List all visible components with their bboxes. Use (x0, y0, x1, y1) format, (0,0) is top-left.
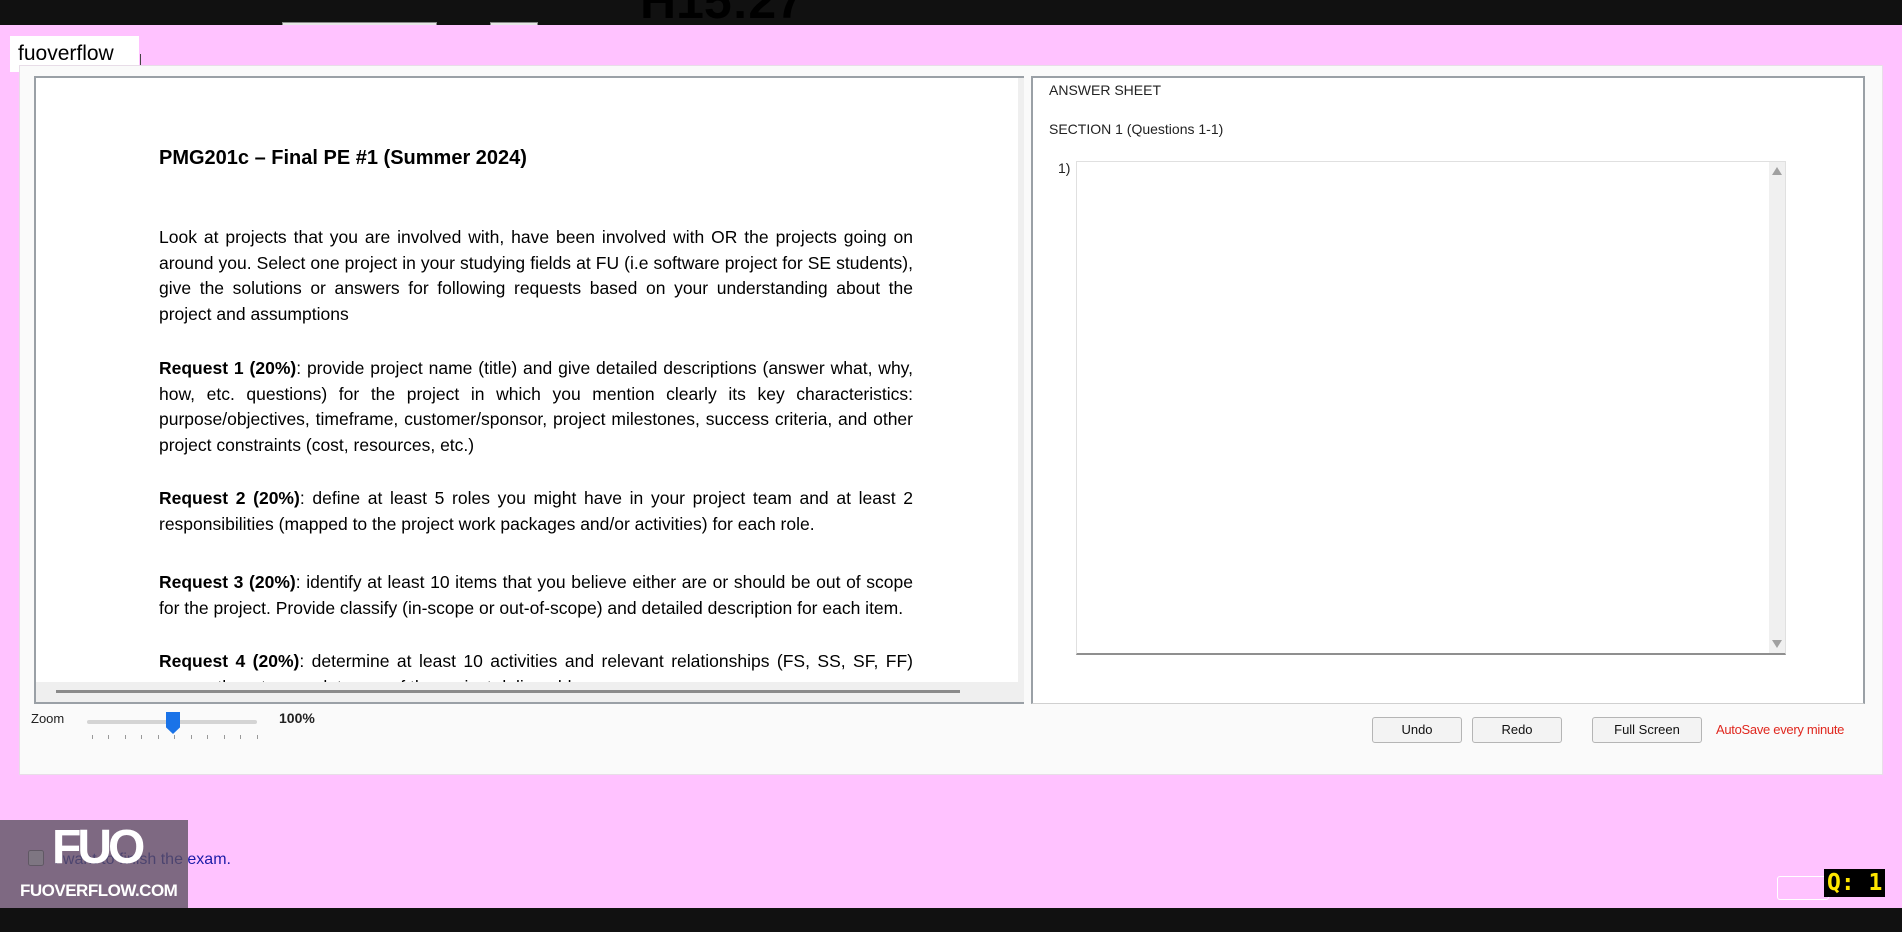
request-paragraph: Request 1 (20%): provide project name (t… (159, 356, 913, 458)
question-viewer[interactable]: PMG201c – Final PE #1 (Summer 2024) Look… (34, 76, 1024, 704)
full-screen-button[interactable]: Full Screen (1592, 717, 1702, 743)
answer-textarea[interactable] (1076, 161, 1786, 655)
top-control-right[interactable] (490, 22, 538, 25)
exam-timer: H15:27 (640, 0, 804, 25)
answer-sheet-title: ANSWER SHEET (1049, 82, 1162, 98)
fuoverflow-logo: FUO FUOVERFLOW.COM (0, 820, 188, 908)
scroll-down-icon[interactable] (1772, 640, 1782, 648)
question-counter: Q: 1 (1824, 869, 1886, 897)
request-label: Request 3 (20%) (159, 572, 296, 592)
logo-text: FUOVERFLOW.COM (20, 881, 178, 900)
top-control-left[interactable] (282, 22, 437, 25)
request-label: Request 4 (20%) (159, 651, 300, 671)
zoom-ticks (92, 735, 258, 743)
answer-sheet: ANSWER SHEET SECTION 1 (Questions 1-1) 1… (1031, 76, 1865, 704)
document-intro: Look at projects that you are involved w… (159, 227, 913, 324)
top-bar: H15:27 (0, 0, 1902, 25)
request-paragraph: Request 2 (20%): define at least 5 roles… (159, 486, 913, 537)
undo-button[interactable]: Undo (1372, 717, 1462, 743)
question-number: 1) (1058, 160, 1071, 176)
request-label: Request 1 (20%) (159, 358, 297, 378)
autosave-notice: AutoSave every minute (1716, 722, 1845, 737)
bottom-bar (0, 908, 1902, 932)
zoom-value: 100% (279, 710, 315, 726)
redo-button[interactable]: Redo (1472, 717, 1562, 743)
document-title: PMG201c – Final PE #1 (Summer 2024) (159, 147, 527, 169)
question-nav-box[interactable] (1777, 876, 1829, 900)
zoom-label: Zoom (31, 711, 65, 726)
zoom-slider-thumb[interactable] (166, 712, 180, 734)
exam-panel: PMG201c – Final PE #1 (Summer 2024) Look… (19, 65, 1883, 775)
answer-scrollbar[interactable] (1769, 162, 1785, 653)
request-label: Request 2 (20%) (159, 488, 300, 508)
section-heading: SECTION 1 (Questions 1-1) (1049, 121, 1224, 137)
scroll-up-icon[interactable] (1772, 167, 1782, 175)
horizontal-scrollbar[interactable] (56, 690, 960, 693)
logo-mark: FUO (52, 821, 145, 874)
question-page: PMG201c – Final PE #1 (Summer 2024) Look… (36, 78, 1018, 682)
request-paragraph: Request 3 (20%): identify at least 10 it… (159, 570, 913, 621)
request-paragraph: Request 4 (20%): determine at least 10 a… (159, 649, 913, 682)
